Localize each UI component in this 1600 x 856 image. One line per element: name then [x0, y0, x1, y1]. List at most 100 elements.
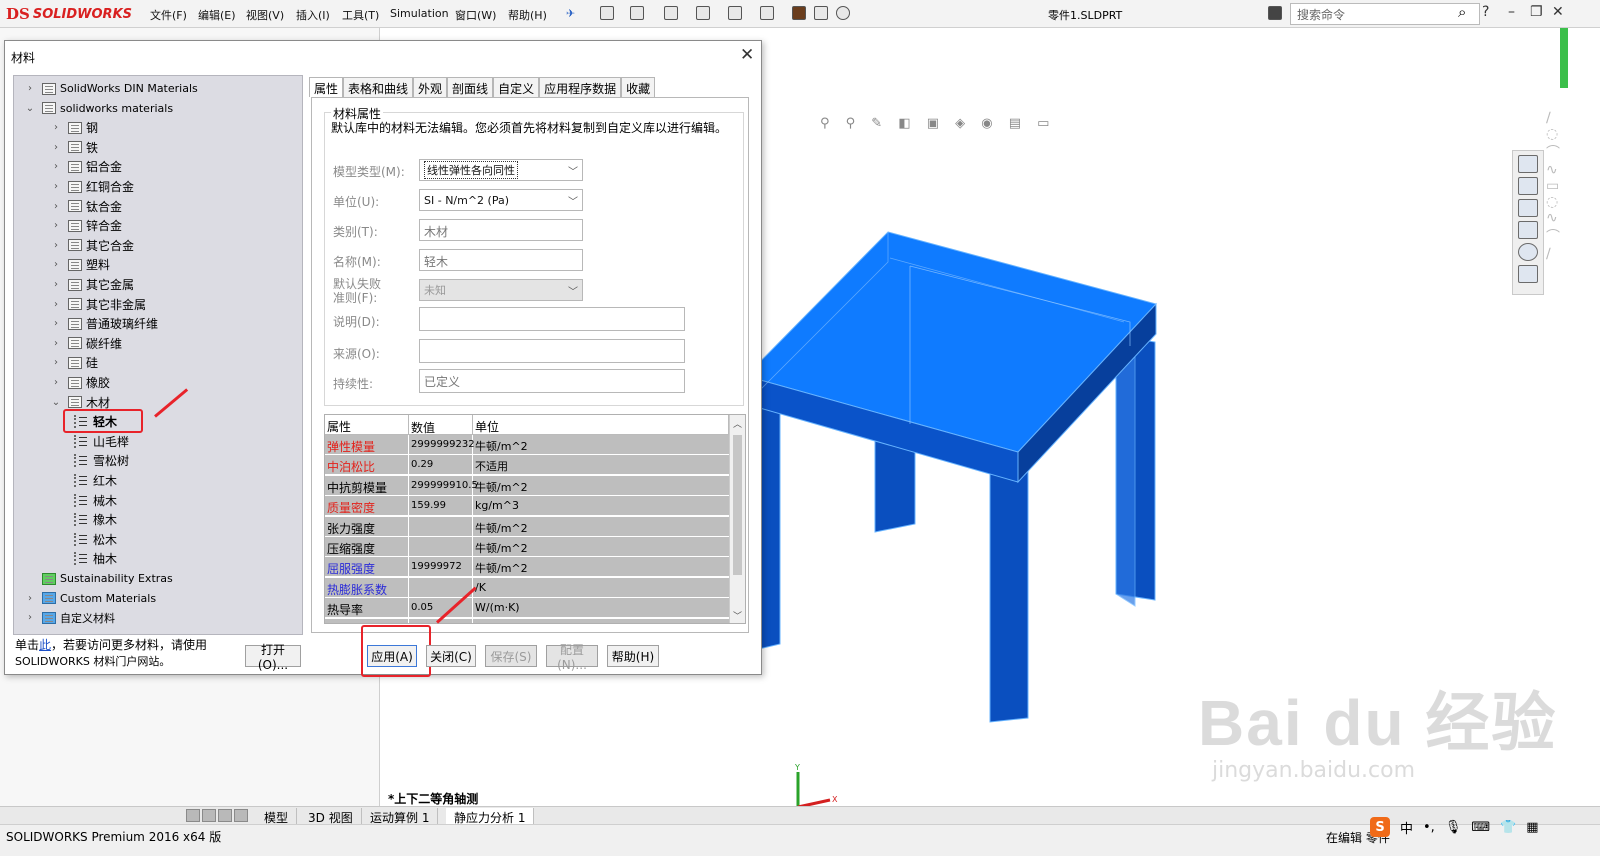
table-row[interactable]: 弹性模量 2999999232 牛顿/m^2 — [325, 435, 729, 455]
tab-appearance[interactable]: 外观 — [413, 77, 448, 97]
units-select[interactable]: SI - N/m^2 (Pa) ﹀ — [419, 189, 583, 211]
expand-chevron-icon[interactable]: › — [50, 201, 62, 212]
tab-3d-view[interactable]: 3D 视图 — [300, 808, 362, 825]
sustainability-field[interactable]: 已定义 — [419, 369, 685, 393]
print-icon[interactable] — [696, 6, 710, 20]
material-library-tree[interactable]: › SolidWorks DIN Materials ⌄ solidworks mat… — [13, 75, 303, 635]
config-button[interactable]: 配置(N)... — [546, 643, 598, 672]
failure-criterion-select[interactable]: 未知 ﹀ — [419, 279, 583, 301]
pin-icon[interactable]: ✈ — [566, 7, 575, 20]
expand-chevron-icon[interactable]: › — [50, 259, 62, 270]
tab-application-data[interactable]: 应用程序数据 — [539, 77, 622, 97]
dialog-close-icon[interactable]: ✕ — [740, 45, 754, 65]
material-item[interactable]: 柚木 — [74, 549, 117, 568]
first-tab-icon[interactable] — [186, 809, 200, 822]
menu-view[interactable]: 视图(V) — [246, 7, 284, 23]
last-tab-icon[interactable] — [234, 809, 248, 822]
expand-chevron-icon[interactable]: › — [50, 142, 62, 153]
description-field[interactable] — [419, 307, 685, 331]
materials-portal-link[interactable]: 此 — [39, 638, 51, 652]
close-button[interactable]: 关闭(C) — [426, 645, 476, 667]
material-item[interactable]: 械木 — [74, 491, 117, 510]
save-button[interactable]: 保存(S) — [485, 645, 537, 667]
apply-button[interactable]: 应用(A) — [367, 645, 417, 667]
properties-table[interactable]: 属性 数值 单位 弹性模量 2999999232 牛顿/m^2 中泊松比 0.29 不适用… — [324, 414, 746, 624]
tab-tables-curves[interactable]: 表格和曲线 — [343, 77, 414, 97]
material-item[interactable]: 雪松树 — [74, 451, 129, 470]
tree-folder[interactable]: › 铝合金 — [50, 157, 122, 176]
expand-chevron-icon[interactable]: › — [50, 357, 62, 368]
expand-chevron-icon[interactable]: › — [24, 612, 36, 623]
tree-folder[interactable]: › 红铜合金 — [50, 177, 134, 196]
tree-folder[interactable]: ⌄ solidworks materials — [24, 99, 173, 118]
material-item[interactable]: 红木 — [74, 471, 117, 490]
tree-folder[interactable]: › 自定义材料 — [24, 608, 115, 627]
help-menu-button[interactable]: ? — [1482, 4, 1489, 20]
material-item[interactable]: 橡木 — [74, 510, 117, 529]
expand-chevron-icon[interactable]: › — [24, 593, 36, 604]
open-button[interactable]: 打开(O)... — [245, 643, 301, 672]
tab-custom[interactable]: 自定义 — [493, 77, 540, 97]
menu-file[interactable]: 文件(F) — [150, 7, 187, 23]
open-document-icon[interactable] — [630, 6, 644, 20]
expand-chevron-icon[interactable]: › — [50, 161, 62, 172]
expand-chevron-icon[interactable]: › — [50, 181, 62, 192]
rebuild-icon[interactable] — [792, 6, 806, 20]
skin-icon[interactable]: 👕 — [1500, 820, 1516, 835]
tab-motion-study[interactable]: 运动算例 1 — [362, 808, 439, 825]
tab-properties[interactable]: 属性 — [309, 77, 344, 97]
tree-folder[interactable]: › 塑料 — [50, 255, 110, 274]
search-icon[interactable]: ⌕ — [1458, 3, 1466, 21]
menu-insert[interactable]: 插入(I) — [296, 7, 330, 23]
ime-toolbar[interactable]: S 中 •, 🎙 ⌨ 👕 ▦ — [1370, 817, 1539, 837]
restore-window-icon[interactable]: ❐ — [1530, 4, 1543, 20]
category-field[interactable]: 木材 — [419, 219, 583, 241]
expand-chevron-icon[interactable]: › — [50, 122, 62, 133]
material-item[interactable]: 松木 — [74, 530, 117, 549]
expand-chevron-icon[interactable]: › — [50, 338, 62, 349]
table-row[interactable]: 中抗剪模量 299999910.5 牛顿/m^2 — [325, 475, 729, 496]
table-scrollbar[interactable]: ︿ ﹀ — [729, 415, 745, 623]
expand-chevron-icon[interactable]: › — [50, 318, 62, 329]
menu-window[interactable]: 窗口(W) — [455, 7, 496, 23]
model-type-select[interactable]: 线性弹性各向同性 ﹀ — [419, 159, 583, 181]
expand-chevron-icon[interactable]: › — [50, 240, 62, 251]
appearances-icon[interactable] — [1518, 243, 1538, 261]
menu-tools[interactable]: 工具(T) — [342, 7, 379, 23]
tree-folder[interactable]: › 铁 — [50, 138, 98, 157]
tree-folder[interactable]: › 钢 — [50, 118, 98, 137]
punctuation-icon[interactable]: •, — [1423, 820, 1435, 835]
tree-folder[interactable]: › 普通玻璃纤维 — [50, 314, 158, 333]
tree-folder[interactable]: › 橡胶 — [50, 373, 110, 392]
tab-model[interactable]: 模型 — [256, 808, 298, 825]
table-row[interactable]: 质量密度 159.99 kg/m^3 — [325, 496, 729, 517]
table-row[interactable]: 中泊松比 0.29 不适用 — [325, 455, 729, 476]
new-document-icon[interactable] — [600, 6, 614, 20]
expand-chevron-icon[interactable]: › — [50, 279, 62, 290]
design-library-icon[interactable] — [1518, 177, 1538, 195]
tree-folder[interactable]: Sustainability Extras — [24, 569, 173, 588]
menu-simulation[interactable]: Simulation — [390, 7, 449, 20]
next-tab-icon[interactable] — [218, 809, 232, 822]
prev-tab-icon[interactable] — [202, 809, 216, 822]
table-row[interactable]: 热导率 0.05 W/(m·K) — [325, 598, 729, 619]
tree-folder[interactable]: › 其它合金 — [50, 236, 134, 255]
tree-folder[interactable]: › 硅 — [50, 353, 98, 372]
toolbar-scrollbar[interactable] — [1560, 28, 1568, 88]
options-gear-icon[interactable] — [836, 6, 850, 20]
minimize-window-icon[interactable]: – — [1508, 4, 1515, 20]
file-properties-icon[interactable] — [814, 6, 828, 20]
tab-navigation-buttons[interactable] — [186, 809, 248, 822]
tree-folder[interactable]: › SolidWorks DIN Materials — [24, 79, 198, 98]
save-icon[interactable] — [664, 6, 678, 20]
help-button[interactable]: 帮助(H) — [607, 645, 659, 667]
menu-grid-icon[interactable]: ▦ — [1526, 820, 1538, 835]
expand-chevron-icon[interactable]: › — [24, 83, 36, 94]
source-field[interactable] — [419, 339, 685, 363]
table-row[interactable]: 屈服强度 19999972 牛顿/m^2 — [325, 557, 729, 578]
expand-chevron-icon[interactable]: › — [50, 299, 62, 310]
material-item[interactable]: 山毛榉 — [74, 432, 129, 451]
tree-folder[interactable]: › 其它非金属 — [50, 295, 146, 314]
table-row[interactable]: 张力强度 牛顿/m^2 — [325, 516, 729, 537]
select-icon[interactable] — [760, 6, 774, 20]
